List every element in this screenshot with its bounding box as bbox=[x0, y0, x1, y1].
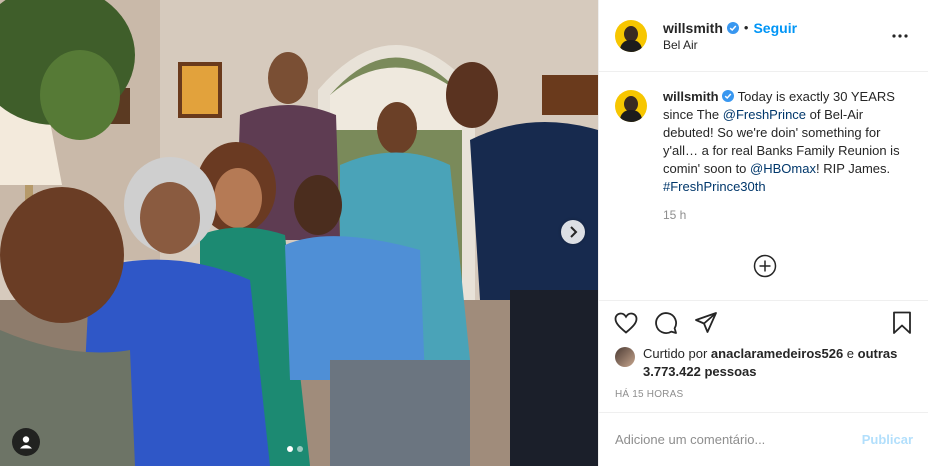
next-slide-button[interactable] bbox=[561, 220, 585, 244]
comment-form: Publicar bbox=[599, 412, 928, 466]
carousel-dot bbox=[297, 446, 303, 452]
like-button[interactable] bbox=[613, 310, 639, 336]
likes-text: Curtido por anaclaramedeiros526 e outras… bbox=[643, 346, 898, 379]
mention-hbomax[interactable]: @HBOmax bbox=[750, 161, 816, 176]
carousel-dot-active bbox=[287, 446, 293, 452]
comment-bubble-icon bbox=[655, 312, 677, 334]
paper-plane-icon bbox=[695, 312, 717, 333]
bookmark-icon bbox=[893, 311, 911, 334]
post-photo[interactable] bbox=[0, 0, 598, 466]
comment-input[interactable] bbox=[615, 432, 862, 447]
carousel-indicator bbox=[287, 446, 303, 452]
post-side-panel: willsmith • Seguir Bel Air willsmith Tod… bbox=[598, 0, 928, 466]
caption-timestamp: 15 h bbox=[663, 208, 687, 222]
username-link[interactable]: willsmith bbox=[663, 20, 723, 36]
verified-badge-icon bbox=[722, 90, 735, 102]
load-more-comments-button[interactable] bbox=[753, 254, 777, 278]
heart-icon bbox=[614, 312, 638, 334]
caption-text: willsmith Today is exactly 30 YEARS sinc… bbox=[663, 89, 900, 194]
action-bar bbox=[599, 301, 928, 345]
post-timestamp[interactable]: HÁ 15 HORAS bbox=[599, 389, 928, 400]
user-tag-icon bbox=[20, 436, 32, 449]
follow-button[interactable]: Seguir bbox=[753, 20, 797, 36]
comment-button[interactable] bbox=[653, 310, 679, 336]
group-photo-illustration bbox=[0, 0, 598, 466]
caption-row: willsmith Today is exactly 30 YEARS sinc… bbox=[615, 88, 912, 196]
tagged-users-button[interactable] bbox=[12, 428, 40, 456]
post-header: willsmith • Seguir Bel Air bbox=[599, 0, 928, 72]
mention-freshprince[interactable]: @FreshPrince bbox=[723, 107, 806, 122]
likes-summary: Curtido por anaclaramedeiros526 e outras… bbox=[599, 345, 928, 381]
header-separator: • bbox=[743, 20, 749, 35]
location-link[interactable]: Bel Air bbox=[663, 38, 888, 52]
post-actions-area: Curtido por anaclaramedeiros526 e outras… bbox=[599, 300, 928, 400]
plus-circle-icon bbox=[753, 254, 777, 278]
liker-avatar[interactable] bbox=[615, 347, 635, 367]
caption-username[interactable]: willsmith bbox=[663, 89, 719, 104]
avatar[interactable] bbox=[615, 19, 647, 52]
publish-button[interactable]: Publicar bbox=[862, 432, 913, 447]
liker-username-link[interactable]: anaclaramedeiros526 bbox=[711, 346, 843, 361]
chevron-right-icon bbox=[570, 226, 578, 238]
save-button[interactable] bbox=[889, 310, 915, 336]
caption-avatar[interactable] bbox=[615, 90, 647, 122]
share-button[interactable] bbox=[693, 310, 719, 336]
hashtag-link[interactable]: #FreshPrince30th bbox=[663, 179, 766, 194]
more-options-icon bbox=[892, 33, 908, 38]
instagram-post: willsmith • Seguir Bel Air willsmith Tod… bbox=[0, 0, 928, 466]
more-options-button[interactable] bbox=[888, 24, 912, 48]
verified-badge-icon bbox=[726, 21, 739, 34]
